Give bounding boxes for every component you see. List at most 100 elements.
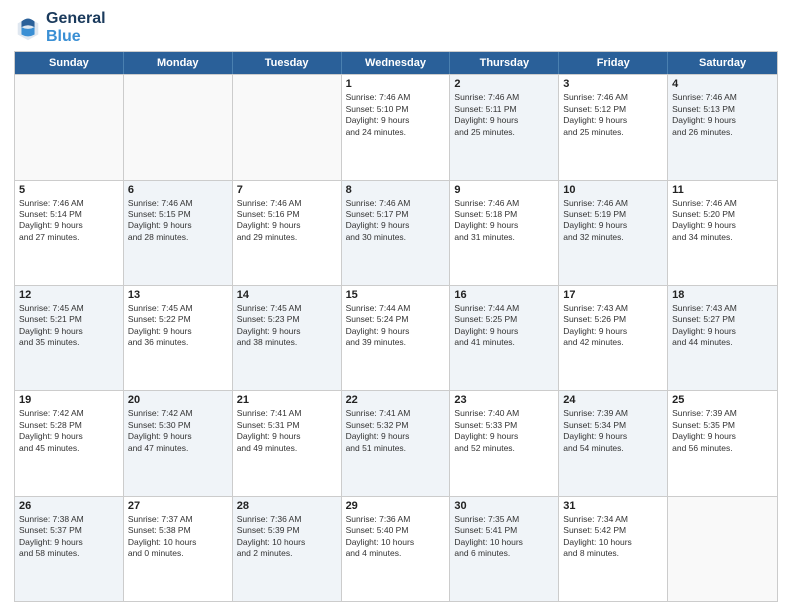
cal-cell (668, 497, 777, 601)
calendar-row-0: 1 Sunrise: 7:46 AM Sunset: 5:10 PM Daylig… (15, 74, 777, 179)
cal-cell: 18 Sunrise: 7:43 AM Sunset: 5:27 PM Dayli… (668, 286, 777, 390)
day-number: 29 (346, 500, 446, 512)
cal-cell: 5Sunrise: 7:46 AM Sunset: 5:14 PM Daylig… (15, 181, 124, 285)
cal-cell: 31Sunrise: 7:34 AM Sunset: 5:42 PM Dayli… (559, 497, 668, 601)
cell-info: Sunrise: 7:46 AM Sunset: 5:10 PM Dayligh… (346, 92, 446, 138)
cell-info: Sunrise: 7:46 AM Sunset: 5:12 PM Dayligh… (563, 92, 663, 138)
cal-cell: 4 Sunrise: 7:46 AM Sunset: 5:13 PM Daylig… (668, 75, 777, 179)
day-number: 26 (19, 500, 119, 512)
calendar: Sunday Monday Tuesday Wednesday Thursday… (14, 51, 778, 602)
header-thursday: Thursday (450, 52, 559, 74)
cal-cell: 1 Sunrise: 7:46 AM Sunset: 5:10 PM Daylig… (342, 75, 451, 179)
cal-cell: 14 Sunrise: 7:45 AM Sunset: 5:23 PM Dayli… (233, 286, 342, 390)
cell-info: Sunrise: 7:46 AM Sunset: 5:17 PM Dayligh… (346, 198, 446, 244)
cell-info: Sunrise: 7:43 AM Sunset: 5:26 PM Dayligh… (563, 303, 663, 349)
cal-cell: 29Sunrise: 7:36 AM Sunset: 5:40 PM Dayli… (342, 497, 451, 601)
day-number: 31 (563, 500, 663, 512)
day-number: 5 (19, 184, 119, 196)
day-number: 14 (237, 289, 337, 301)
header-friday: Friday (559, 52, 668, 74)
calendar-row-3: 19 Sunrise: 7:42 AM Sunset: 5:28 PM Dayli… (15, 390, 777, 495)
day-number: 22 (346, 394, 446, 406)
logo-text: General Blue (46, 10, 106, 45)
day-number: 9 (454, 184, 554, 196)
day-number: 13 (128, 289, 228, 301)
cal-cell: 23Sunrise: 7:40 AM Sunset: 5:33 PM Dayli… (450, 391, 559, 495)
cell-info: Sunrise: 7:38 AM Sunset: 5:37 PM Dayligh… (19, 514, 119, 560)
cell-info: Sunrise: 7:46 AM Sunset: 5:11 PM Dayligh… (454, 92, 554, 138)
day-number: 7 (237, 184, 337, 196)
cal-cell: 26 Sunrise: 7:38 AM Sunset: 5:37 PM Dayli… (15, 497, 124, 601)
cell-info: Sunrise: 7:43 AM Sunset: 5:27 PM Dayligh… (672, 303, 773, 349)
cell-info: Sunrise: 7:37 AM Sunset: 5:38 PM Dayligh… (128, 514, 228, 560)
day-number: 15 (346, 289, 446, 301)
calendar-row-2: 12 Sunrise: 7:45 AM Sunset: 5:21 PM Dayli… (15, 285, 777, 390)
cal-cell (124, 75, 233, 179)
cell-info: Sunrise: 7:39 AM Sunset: 5:35 PM Dayligh… (672, 408, 773, 454)
cell-info: Sunrise: 7:46 AM Sunset: 5:19 PM Dayligh… (563, 198, 663, 244)
day-number: 6 (128, 184, 228, 196)
cell-info: Sunrise: 7:46 AM Sunset: 5:13 PM Dayligh… (672, 92, 773, 138)
cell-info: Sunrise: 7:41 AM Sunset: 5:32 PM Dayligh… (346, 408, 446, 454)
cell-info: Sunrise: 7:46 AM Sunset: 5:18 PM Dayligh… (454, 198, 554, 244)
cal-cell: 24 Sunrise: 7:39 AM Sunset: 5:34 PM Dayli… (559, 391, 668, 495)
calendar-row-4: 26 Sunrise: 7:38 AM Sunset: 5:37 PM Dayli… (15, 496, 777, 601)
cal-cell: 20 Sunrise: 7:42 AM Sunset: 5:30 PM Dayli… (124, 391, 233, 495)
day-number: 16 (454, 289, 554, 301)
day-number: 11 (672, 184, 773, 196)
calendar-body: 1 Sunrise: 7:46 AM Sunset: 5:10 PM Daylig… (15, 74, 777, 601)
calendar-row-1: 5Sunrise: 7:46 AM Sunset: 5:14 PM Daylig… (15, 180, 777, 285)
cal-cell: 17 Sunrise: 7:43 AM Sunset: 5:26 PM Dayli… (559, 286, 668, 390)
logo: General Blue (14, 10, 106, 45)
cal-cell: 9 Sunrise: 7:46 AM Sunset: 5:18 PM Daylig… (450, 181, 559, 285)
day-number: 17 (563, 289, 663, 301)
day-number: 20 (128, 394, 228, 406)
day-number: 24 (563, 394, 663, 406)
cal-cell (233, 75, 342, 179)
day-number: 10 (563, 184, 663, 196)
day-number: 4 (672, 78, 773, 90)
cell-info: Sunrise: 7:44 AM Sunset: 5:24 PM Dayligh… (346, 303, 446, 349)
day-number: 18 (672, 289, 773, 301)
cell-info: Sunrise: 7:42 AM Sunset: 5:30 PM Dayligh… (128, 408, 228, 454)
cell-info: Sunrise: 7:45 AM Sunset: 5:21 PM Dayligh… (19, 303, 119, 349)
cal-cell: 22 Sunrise: 7:41 AM Sunset: 5:32 PM Dayli… (342, 391, 451, 495)
day-number: 25 (672, 394, 773, 406)
cell-info: Sunrise: 7:45 AM Sunset: 5:22 PM Dayligh… (128, 303, 228, 349)
cal-cell: 28Sunrise: 7:36 AM Sunset: 5:39 PM Dayli… (233, 497, 342, 601)
cell-info: Sunrise: 7:46 AM Sunset: 5:16 PM Dayligh… (237, 198, 337, 244)
cell-info: Sunrise: 7:42 AM Sunset: 5:28 PM Dayligh… (19, 408, 119, 454)
cal-cell: 16 Sunrise: 7:44 AM Sunset: 5:25 PM Dayli… (450, 286, 559, 390)
cell-info: Sunrise: 7:39 AM Sunset: 5:34 PM Dayligh… (563, 408, 663, 454)
day-number: 30 (454, 500, 554, 512)
logo-icon (14, 14, 42, 42)
header-monday: Monday (124, 52, 233, 74)
cal-cell: 6Sunrise: 7:46 AM Sunset: 5:15 PM Daylig… (124, 181, 233, 285)
day-number: 23 (454, 394, 554, 406)
cal-cell: 30 Sunrise: 7:35 AM Sunset: 5:41 PM Dayli… (450, 497, 559, 601)
cal-cell: 11 Sunrise: 7:46 AM Sunset: 5:20 PM Dayli… (668, 181, 777, 285)
cal-cell: 12 Sunrise: 7:45 AM Sunset: 5:21 PM Dayli… (15, 286, 124, 390)
cell-info: Sunrise: 7:44 AM Sunset: 5:25 PM Dayligh… (454, 303, 554, 349)
header-tuesday: Tuesday (233, 52, 342, 74)
cal-cell: 21Sunrise: 7:41 AM Sunset: 5:31 PM Dayli… (233, 391, 342, 495)
cell-info: Sunrise: 7:35 AM Sunset: 5:41 PM Dayligh… (454, 514, 554, 560)
day-number: 12 (19, 289, 119, 301)
day-number: 27 (128, 500, 228, 512)
cal-cell (15, 75, 124, 179)
header: General Blue (14, 10, 778, 45)
day-number: 3 (563, 78, 663, 90)
day-number: 1 (346, 78, 446, 90)
cal-cell: 13 Sunrise: 7:45 AM Sunset: 5:22 PM Dayli… (124, 286, 233, 390)
day-number: 2 (454, 78, 554, 90)
day-number: 28 (237, 500, 337, 512)
cell-info: Sunrise: 7:46 AM Sunset: 5:20 PM Dayligh… (672, 198, 773, 244)
header-wednesday: Wednesday (342, 52, 451, 74)
day-number: 19 (19, 394, 119, 406)
cal-cell: 7 Sunrise: 7:46 AM Sunset: 5:16 PM Daylig… (233, 181, 342, 285)
cal-cell: 19 Sunrise: 7:42 AM Sunset: 5:28 PM Dayli… (15, 391, 124, 495)
cal-cell: 10 Sunrise: 7:46 AM Sunset: 5:19 PM Dayli… (559, 181, 668, 285)
cal-cell: 3 Sunrise: 7:46 AM Sunset: 5:12 PM Daylig… (559, 75, 668, 179)
cal-cell: 15 Sunrise: 7:44 AM Sunset: 5:24 PM Dayli… (342, 286, 451, 390)
cell-info: Sunrise: 7:45 AM Sunset: 5:23 PM Dayligh… (237, 303, 337, 349)
